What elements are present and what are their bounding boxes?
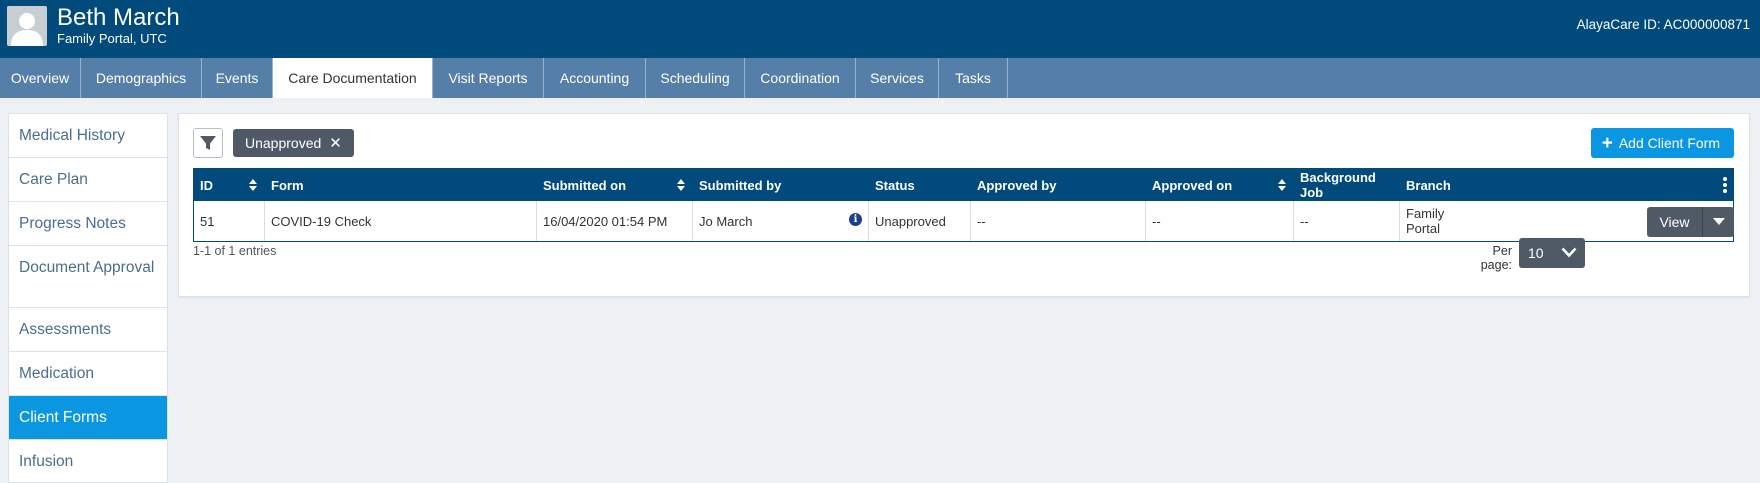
cell-background-job: -- [1294,201,1400,241]
client-id: AlayaCare ID: AC000000871 [1576,17,1750,32]
table-header: ID Form Submitted on Submitted by Status… [194,169,1733,201]
client-header: Beth March Family Portal, UTC AlayaCare … [0,0,1760,58]
user-silhouette-icon [7,6,47,46]
column-header-submitted-on[interactable]: Submitted on [537,169,693,201]
chevron-down-icon [1561,247,1577,258]
tab-demographics[interactable]: Demographics [81,58,202,98]
sidebar-item-document-approval[interactable]: Document Approval [9,246,167,308]
sort-icon [249,179,257,191]
table-row: 51 COVID-19 Check 16/04/2020 01:54 PM Jo… [194,201,1734,241]
plus-icon: + [1601,133,1613,154]
view-dropdown-toggle[interactable] [1703,207,1734,237]
sidebar-item-progress-notes[interactable]: Progress Notes [9,202,167,246]
column-header-approved-by: Approved by [977,177,1057,193]
client-forms-panel: Unapproved ✕ + Add Client Form ID Form Sub… [178,113,1750,297]
cell-form: COVID-19 Check [265,201,537,241]
column-header-status: Status [875,177,915,193]
add-client-form-label: Add Client Form [1618,135,1720,151]
sort-icon [1278,179,1286,191]
sidebar: Medical History Care Plan Progress Notes… [8,113,168,483]
per-page-value: 10 [1528,245,1544,261]
cell-submitted-on: 16/04/2020 01:54 PM [537,201,693,241]
add-client-form-button[interactable]: + Add Client Form [1590,128,1734,158]
avatar [7,6,47,46]
cell-branch: Family Portal [1406,206,1445,236]
funnel-icon [200,136,216,150]
tab-visit-reports[interactable]: Visit Reports [433,58,544,98]
info-icon[interactable]: i [849,213,862,226]
active-filter-label: Unapproved [245,135,322,151]
column-header-approved-on[interactable]: Approved on [1146,169,1294,201]
sidebar-item-client-forms[interactable]: Client Forms [9,396,167,440]
sort-icon [677,179,685,191]
tab-events[interactable]: Events [202,58,273,98]
main-tabs: Overview Demographics Events Care Docume… [0,58,1760,98]
sidebar-item-medication[interactable]: Medication [9,352,167,396]
sidebar-item-medical-history[interactable]: Medical History [9,114,167,158]
sidebar-item-care-plan[interactable]: Care Plan [9,158,167,202]
entries-count: 1-1 of 1 entries [193,244,277,258]
column-header-submitted-by: Submitted by [699,177,782,193]
tab-care-documentation[interactable]: Care Documentation [273,58,433,98]
client-name: Beth March [57,4,180,31]
column-header-id[interactable]: ID [194,169,265,201]
column-options-icon[interactable] [1723,177,1727,193]
sidebar-item-assessments[interactable]: Assessments [9,308,167,352]
active-filter-chip[interactable]: Unapproved ✕ [233,129,354,157]
view-button[interactable]: View [1647,207,1703,237]
column-header-background-job: Background Job [1300,170,1376,200]
cell-submitted-by: Jo March i [693,201,869,241]
cell-id: 51 [194,201,265,241]
tab-services[interactable]: Services [856,58,939,98]
client-forms-table: ID Form Submitted on Submitted by Status… [193,168,1734,242]
tab-overview[interactable]: Overview [0,58,81,98]
tab-tasks[interactable]: Tasks [939,58,1008,98]
tab-coordination[interactable]: Coordination [745,58,856,98]
caret-down-icon [1712,218,1725,225]
per-page-select[interactable]: 10 [1519,238,1585,268]
row-actions: View [1647,207,1734,237]
close-icon[interactable]: ✕ [329,135,342,152]
tab-accounting[interactable]: Accounting [544,58,646,98]
column-header-form: Form [271,177,304,193]
cell-status: Unapproved [869,201,971,241]
sidebar-item-infusion[interactable]: Infusion [9,440,167,483]
column-header-branch: Branch [1406,177,1451,193]
cell-approved-on: -- [1146,201,1294,241]
tab-scheduling[interactable]: Scheduling [646,58,745,98]
cell-approved-by: -- [971,201,1146,241]
per-page-label: Per page: [1480,244,1512,272]
filter-button[interactable] [193,128,223,158]
client-subtitle: Family Portal, UTC [57,31,167,46]
